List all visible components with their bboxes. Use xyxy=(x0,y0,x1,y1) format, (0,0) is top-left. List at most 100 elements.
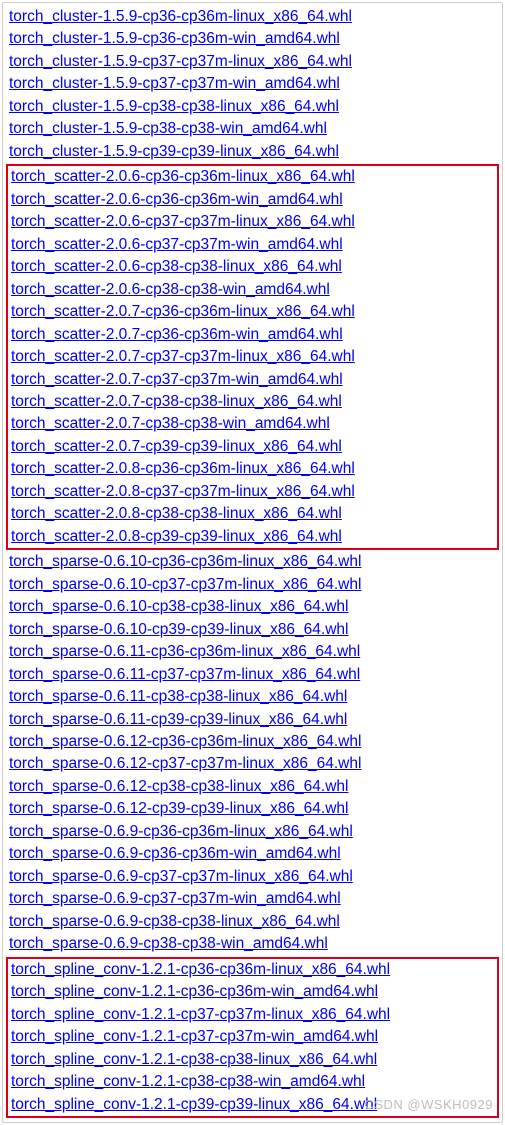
whl-link[interactable]: torch_scatter-2.0.8-cp38-cp38-linux_x86_… xyxy=(11,505,342,522)
link-line: torch_scatter-2.0.7-cp39-cp39-linux_x86_… xyxy=(11,436,494,458)
link-line: torch_sparse-0.6.9-cp36-cp36m-win_amd64.… xyxy=(9,843,496,865)
highlight-box-spline-conv: torch_spline_conv-1.2.1-cp36-cp36m-linux… xyxy=(6,957,499,1118)
link-line: torch_spline_conv-1.2.1-cp36-cp36m-linux… xyxy=(11,959,494,981)
link-line: torch_sparse-0.6.11-cp38-cp38-linux_x86_… xyxy=(9,686,496,708)
link-line: torch_scatter-2.0.7-cp37-cp37m-win_amd64… xyxy=(11,369,494,391)
whl-link[interactable]: torch_sparse-0.6.9-cp36-cp36m-linux_x86_… xyxy=(9,823,353,840)
link-line: torch_sparse-0.6.12-cp39-cp39-linux_x86_… xyxy=(9,798,496,820)
link-line: torch_sparse-0.6.10-cp38-cp38-linux_x86_… xyxy=(9,596,496,618)
link-line: torch_cluster-1.5.9-cp39-cp39-linux_x86_… xyxy=(9,141,496,163)
whl-link[interactable]: torch_scatter-2.0.8-cp37-cp37m-linux_x86… xyxy=(11,483,355,500)
link-line: torch_scatter-2.0.7-cp38-cp38-win_amd64.… xyxy=(11,413,494,435)
whl-link[interactable]: torch_spline_conv-1.2.1-cp38-cp38-linux_… xyxy=(11,1051,377,1068)
whl-link[interactable]: torch_cluster-1.5.9-cp36-cp36m-linux_x86… xyxy=(9,8,352,25)
link-line: torch_cluster-1.5.9-cp36-cp36m-linux_x86… xyxy=(9,6,496,28)
whl-link[interactable]: torch_scatter-2.0.6-cp36-cp36m-win_amd64… xyxy=(11,191,343,208)
whl-link[interactable]: torch_scatter-2.0.7-cp39-cp39-linux_x86_… xyxy=(11,438,342,455)
link-line: torch_sparse-0.6.11-cp36-cp36m-linux_x86… xyxy=(9,641,496,663)
whl-link[interactable]: torch_sparse-0.6.9-cp38-cp38-win_amd64.w… xyxy=(9,935,328,952)
whl-link[interactable]: torch_spline_conv-1.2.1-cp36-cp36m-linux… xyxy=(11,961,390,978)
whl-link[interactable]: torch_scatter-2.0.6-cp36-cp36m-linux_x86… xyxy=(11,168,355,185)
link-line: torch_spline_conv-1.2.1-cp38-cp38-win_am… xyxy=(11,1071,494,1093)
whl-link[interactable]: torch_scatter-2.0.6-cp38-cp38-linux_x86_… xyxy=(11,258,342,275)
link-line: torch_cluster-1.5.9-cp38-cp38-linux_x86_… xyxy=(9,96,496,118)
link-line: torch_scatter-2.0.7-cp38-cp38-linux_x86_… xyxy=(11,391,494,413)
whl-link[interactable]: torch_cluster-1.5.9-cp39-cp39-linux_x86_… xyxy=(9,143,339,160)
link-line: torch_cluster-1.5.9-cp37-cp37m-win_amd64… xyxy=(9,73,496,95)
whl-link[interactable]: torch_spline_conv-1.2.1-cp39-cp39-linux_… xyxy=(11,1096,377,1113)
link-line: torch_scatter-2.0.6-cp36-cp36m-linux_x86… xyxy=(11,166,494,188)
link-line: torch_scatter-2.0.8-cp38-cp38-linux_x86_… xyxy=(11,503,494,525)
link-line: torch_sparse-0.6.9-cp36-cp36m-linux_x86_… xyxy=(9,821,496,843)
whl-link[interactable]: torch_spline_conv-1.2.1-cp38-cp38-win_am… xyxy=(11,1073,365,1090)
link-line: torch_cluster-1.5.9-cp38-cp38-win_amd64.… xyxy=(9,118,496,140)
link-line: torch_sparse-0.6.9-cp38-cp38-win_amd64.w… xyxy=(9,933,496,955)
whl-link[interactable]: torch_cluster-1.5.9-cp37-cp37m-linux_x86… xyxy=(9,53,352,70)
whl-link[interactable]: torch_cluster-1.5.9-cp37-cp37m-win_amd64… xyxy=(9,75,340,92)
link-line: torch_spline_conv-1.2.1-cp37-cp37m-linux… xyxy=(11,1004,494,1026)
link-list-sparse: torch_sparse-0.6.10-cp36-cp36m-linux_x86… xyxy=(9,551,496,955)
link-line: torch_cluster-1.5.9-cp37-cp37m-linux_x86… xyxy=(9,51,496,73)
link-line: torch_sparse-0.6.11-cp39-cp39-linux_x86_… xyxy=(9,709,496,731)
whl-link[interactable]: torch_sparse-0.6.10-cp37-cp37m-linux_x86… xyxy=(9,576,361,593)
whl-link[interactable]: torch_sparse-0.6.12-cp36-cp36m-linux_x86… xyxy=(9,733,361,750)
whl-link[interactable]: torch_scatter-2.0.6-cp37-cp37m-win_amd64… xyxy=(11,236,343,253)
link-line: torch_scatter-2.0.6-cp36-cp36m-win_amd64… xyxy=(11,189,494,211)
whl-link[interactable]: torch_scatter-2.0.7-cp36-cp36m-win_amd64… xyxy=(11,326,343,343)
link-line: torch_sparse-0.6.12-cp38-cp38-linux_x86_… xyxy=(9,776,496,798)
whl-link[interactable]: torch_sparse-0.6.12-cp39-cp39-linux_x86_… xyxy=(9,800,348,817)
whl-link[interactable]: torch_scatter-2.0.7-cp36-cp36m-linux_x86… xyxy=(11,303,355,320)
whl-link[interactable]: torch_scatter-2.0.6-cp37-cp37m-linux_x86… xyxy=(11,213,355,230)
link-list-cluster: torch_cluster-1.5.9-cp36-cp36m-linux_x86… xyxy=(9,6,496,163)
whl-link[interactable]: torch_sparse-0.6.12-cp38-cp38-linux_x86_… xyxy=(9,778,348,795)
link-line: torch_scatter-2.0.8-cp39-cp39-linux_x86_… xyxy=(11,526,494,548)
whl-link[interactable]: torch_spline_conv-1.2.1-cp37-cp37m-win_a… xyxy=(11,1028,378,1045)
whl-link[interactable]: torch_sparse-0.6.11-cp37-cp37m-linux_x86… xyxy=(9,666,360,683)
link-line: torch_sparse-0.6.10-cp39-cp39-linux_x86_… xyxy=(9,619,496,641)
whl-link[interactable]: torch_sparse-0.6.9-cp36-cp36m-win_amd64.… xyxy=(9,845,341,862)
whl-link[interactable]: torch_cluster-1.5.9-cp38-cp38-win_amd64.… xyxy=(9,120,327,137)
whl-link[interactable]: torch_scatter-2.0.8-cp36-cp36m-linux_x86… xyxy=(11,460,355,477)
link-line: torch_scatter-2.0.7-cp37-cp37m-linux_x86… xyxy=(11,346,494,368)
whl-link[interactable]: torch_sparse-0.6.11-cp38-cp38-linux_x86_… xyxy=(9,688,347,705)
whl-link[interactable]: torch_scatter-2.0.7-cp38-cp38-win_amd64.… xyxy=(11,415,330,432)
whl-link[interactable]: torch_sparse-0.6.10-cp36-cp36m-linux_x86… xyxy=(9,553,361,570)
whl-link[interactable]: torch_spline_conv-1.2.1-cp36-cp36m-win_a… xyxy=(11,983,378,1000)
whl-link[interactable]: torch_scatter-2.0.7-cp38-cp38-linux_x86_… xyxy=(11,393,342,410)
link-line: torch_sparse-0.6.9-cp37-cp37m-win_amd64.… xyxy=(9,888,496,910)
link-line: torch_scatter-2.0.6-cp37-cp37m-win_amd64… xyxy=(11,234,494,256)
link-line: torch_scatter-2.0.6-cp38-cp38-linux_x86_… xyxy=(11,256,494,278)
link-line: torch_sparse-0.6.12-cp36-cp36m-linux_x86… xyxy=(9,731,496,753)
link-line: torch_sparse-0.6.10-cp37-cp37m-linux_x86… xyxy=(9,574,496,596)
whl-link[interactable]: torch_scatter-2.0.7-cp37-cp37m-linux_x86… xyxy=(11,348,355,365)
whl-link[interactable]: torch_scatter-2.0.6-cp38-cp38-win_amd64.… xyxy=(11,281,330,298)
page-frame: torch_cluster-1.5.9-cp36-cp36m-linux_x86… xyxy=(2,2,503,1123)
link-line: torch_scatter-2.0.6-cp38-cp38-win_amd64.… xyxy=(11,279,494,301)
link-line: torch_sparse-0.6.11-cp37-cp37m-linux_x86… xyxy=(9,664,496,686)
link-line: torch_scatter-2.0.8-cp37-cp37m-linux_x86… xyxy=(11,481,494,503)
whl-link[interactable]: torch_cluster-1.5.9-cp36-cp36m-win_amd64… xyxy=(9,30,340,47)
whl-link[interactable]: torch_sparse-0.6.11-cp39-cp39-linux_x86_… xyxy=(9,711,347,728)
whl-link[interactable]: torch_spline_conv-1.2.1-cp37-cp37m-linux… xyxy=(11,1006,390,1023)
whl-link[interactable]: torch_scatter-2.0.8-cp39-cp39-linux_x86_… xyxy=(11,528,342,545)
link-line: torch_sparse-0.6.9-cp37-cp37m-linux_x86_… xyxy=(9,866,496,888)
link-line: torch_spline_conv-1.2.1-cp39-cp39-linux_… xyxy=(11,1094,494,1116)
whl-link[interactable]: torch_scatter-2.0.7-cp37-cp37m-win_amd64… xyxy=(11,371,343,388)
highlight-box-scatter: torch_scatter-2.0.6-cp36-cp36m-linux_x86… xyxy=(6,164,499,550)
link-line: torch_scatter-2.0.7-cp36-cp36m-linux_x86… xyxy=(11,301,494,323)
whl-link[interactable]: torch_sparse-0.6.12-cp37-cp37m-linux_x86… xyxy=(9,755,361,772)
link-line: torch_sparse-0.6.12-cp37-cp37m-linux_x86… xyxy=(9,753,496,775)
whl-link[interactable]: torch_sparse-0.6.9-cp38-cp38-linux_x86_6… xyxy=(9,913,340,930)
whl-link[interactable]: torch_sparse-0.6.9-cp37-cp37m-linux_x86_… xyxy=(9,868,353,885)
link-line: torch_sparse-0.6.10-cp36-cp36m-linux_x86… xyxy=(9,551,496,573)
link-line: torch_cluster-1.5.9-cp36-cp36m-win_amd64… xyxy=(9,28,496,50)
whl-link[interactable]: torch_cluster-1.5.9-cp38-cp38-linux_x86_… xyxy=(9,98,339,115)
link-line: torch_scatter-2.0.6-cp37-cp37m-linux_x86… xyxy=(11,211,494,233)
link-line: torch_spline_conv-1.2.1-cp37-cp37m-win_a… xyxy=(11,1026,494,1048)
whl-link[interactable]: torch_sparse-0.6.10-cp39-cp39-linux_x86_… xyxy=(9,621,348,638)
link-line: torch_scatter-2.0.7-cp36-cp36m-win_amd64… xyxy=(11,324,494,346)
whl-link[interactable]: torch_sparse-0.6.9-cp37-cp37m-win_amd64.… xyxy=(9,890,341,907)
whl-link[interactable]: torch_sparse-0.6.11-cp36-cp36m-linux_x86… xyxy=(9,643,360,660)
whl-link[interactable]: torch_sparse-0.6.10-cp38-cp38-linux_x86_… xyxy=(9,598,348,615)
link-line: torch_scatter-2.0.8-cp36-cp36m-linux_x86… xyxy=(11,458,494,480)
